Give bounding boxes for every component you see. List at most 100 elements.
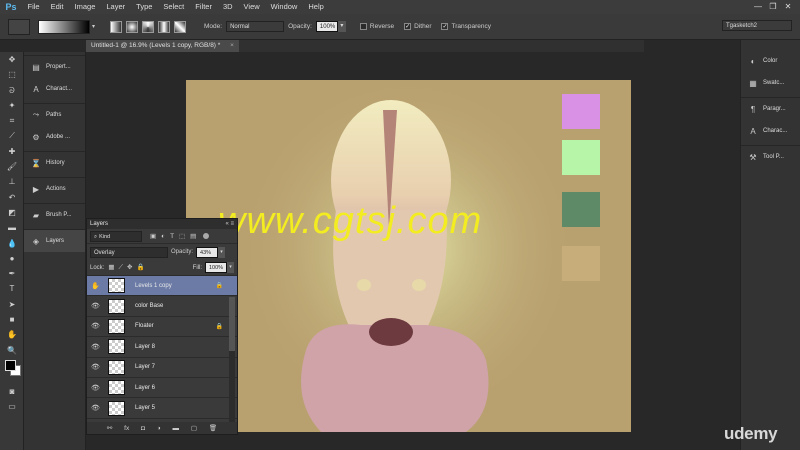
diamond-gradient-icon[interactable] (174, 20, 186, 33)
mask-icon[interactable]: ◘ (141, 425, 145, 432)
layer-name[interactable]: Layer 5 (135, 405, 155, 411)
eye-icon[interactable]: 👁 (87, 404, 104, 412)
radial-gradient-icon[interactable] (126, 20, 138, 33)
mode-select[interactable]: Normal (226, 21, 285, 32)
paragraph-panel-button[interactable]: ¶ Paragr... (741, 98, 800, 120)
color-panel-button[interactable]: ◐ Color (741, 50, 800, 72)
move-tool-icon[interactable]: ✥ (0, 52, 24, 67)
filter-toggle-icon[interactable] (203, 233, 210, 239)
menu-help[interactable]: Help (303, 0, 329, 14)
fill-input[interactable]: 100% (205, 262, 227, 273)
eye-icon[interactable]: 👁 (87, 343, 104, 351)
layer-row[interactable]: 👁 color Base (87, 296, 237, 317)
menu-select[interactable]: Select (158, 0, 190, 14)
eye-icon[interactable]: 👁 (87, 384, 104, 392)
menu-filter[interactable]: Filter (190, 0, 218, 14)
eye-icon[interactable]: 👁 (87, 322, 104, 330)
layer-name[interactable]: color Base (135, 303, 163, 309)
layers-panel-title[interactable]: Layers (90, 221, 108, 227)
menu-file[interactable]: File (22, 0, 45, 14)
marquee-tool-icon[interactable]: ⬚ (0, 67, 24, 82)
chevron-down-icon[interactable]: ▾ (92, 23, 100, 30)
linear-gradient-icon[interactable] (110, 20, 122, 33)
menu-layer[interactable]: Layer (101, 0, 131, 14)
transparency-checkbox[interactable] (441, 23, 449, 30)
lasso-tool-icon[interactable]: ᘐ (0, 83, 24, 98)
properties-panel-button[interactable]: ▤ Propert... (24, 56, 85, 78)
angle-gradient-icon[interactable] (142, 20, 154, 33)
screen-mode-icon[interactable]: ▭ (0, 399, 24, 414)
layer-name[interactable]: Layer 6 (135, 385, 155, 391)
reflected-gradient-icon[interactable] (158, 20, 170, 33)
adjustment-icon[interactable]: ◑ (157, 425, 161, 432)
layer-name[interactable]: Layer 7 (135, 364, 155, 370)
tool-preset-icon[interactable] (8, 18, 30, 35)
adobe-panel-button[interactable]: ⚙ Adobe ... (24, 126, 85, 148)
layers-scrollbar[interactable] (229, 297, 235, 429)
actions-panel-button[interactable]: ▶ Actions (24, 178, 85, 200)
foreground-color-swatch[interactable] (5, 359, 16, 371)
folder-icon[interactable]: ▬ (173, 425, 180, 432)
character-panel-right-button[interactable]: A Charac... (741, 120, 800, 142)
quick-select-tool-icon[interactable]: ✦ (0, 98, 24, 113)
reverse-checkbox[interactable] (359, 23, 367, 30)
dodge-tool-icon[interactable]: ● (0, 251, 24, 266)
eraser-tool-icon[interactable]: ◩ (0, 205, 24, 220)
opacity-input[interactable]: 100% (315, 21, 338, 32)
menu-3d[interactable]: 3D (217, 0, 238, 14)
blend-mode-select[interactable]: Overlay (90, 246, 168, 258)
scrollbar-thumb[interactable] (229, 297, 235, 351)
layer-opacity-dropdown-icon[interactable]: ▾ (218, 246, 226, 258)
layer-opacity-input[interactable]: 43% (196, 246, 219, 258)
layer-row[interactable]: 👁 Floater 🔒 (87, 317, 237, 338)
layer-row[interactable]: 👁 Layer 6 (87, 378, 237, 399)
document-canvas[interactable] (186, 80, 631, 432)
type-tool-icon[interactable]: T (0, 281, 24, 296)
clone-stamp-tool-icon[interactable]: ⊥ (0, 174, 24, 189)
crop-tool-icon[interactable]: ⌗ (0, 113, 24, 128)
color-swatches[interactable] (0, 358, 23, 384)
brush-tool-icon[interactable]: 🖌 (0, 159, 24, 174)
opacity-dropdown-icon[interactable]: ▾ (337, 21, 346, 32)
restore-icon[interactable]: ❐ (767, 1, 779, 12)
hand-tool-icon[interactable]: ✋ (0, 327, 24, 342)
swatches-panel-button[interactable]: ▦ Swatc... (741, 72, 800, 94)
healing-brush-tool-icon[interactable]: ✚ (0, 144, 24, 159)
workspace-select[interactable]: Tgasketch2 (722, 20, 792, 31)
fx-icon[interactable]: fx (124, 425, 129, 432)
path-select-tool-icon[interactable]: ➤ (0, 297, 24, 312)
link-icon[interactable]: ⚯ (107, 424, 112, 432)
shape-tool-icon[interactable]: ■ (0, 312, 24, 327)
layer-filter-select[interactable]: ⌕ Kind (90, 230, 142, 242)
close-icon[interactable]: × (230, 42, 234, 49)
menu-image[interactable]: Image (69, 0, 101, 14)
layers-panel-button[interactable]: ◈ Layers (24, 230, 85, 252)
tool-presets-panel-button[interactable]: ⚒ Tool P... (741, 146, 800, 168)
hand-cursor-icon[interactable]: ✋ (87, 282, 104, 290)
gradient-tool-icon[interactable]: ▬ (0, 220, 24, 235)
trash-icon[interactable]: 🗑 (209, 424, 217, 432)
panel-menu-icon[interactable]: « ≡ (225, 221, 234, 227)
brush-presets-panel-button[interactable]: ▰ Brush P... (24, 204, 85, 226)
zoom-tool-icon[interactable]: 🔍 (0, 343, 24, 358)
gradient-picker[interactable] (38, 19, 90, 34)
layer-name[interactable]: Levels 1 copy (135, 283, 172, 289)
filter-icons[interactable]: ▣◐T⬚▤ (150, 232, 201, 240)
layer-name[interactable]: Layer 8 (135, 344, 155, 350)
eye-icon[interactable]: 👁 (87, 302, 104, 310)
paths-panel-button[interactable]: ⤳ Paths (24, 104, 85, 126)
minimize-icon[interactable]: — (752, 1, 764, 12)
layer-row[interactable]: 👁 Layer 5 (87, 398, 237, 419)
dither-checkbox[interactable] (404, 23, 412, 30)
layer-name[interactable]: Floater (135, 323, 154, 329)
menu-edit[interactable]: Edit (45, 0, 69, 14)
quick-mask-icon[interactable]: ◙ (0, 384, 24, 399)
pen-tool-icon[interactable]: ✒ (0, 266, 24, 281)
new-layer-icon[interactable]: ▢ (191, 424, 197, 432)
layer-row[interactable]: 👁 Layer 7 (87, 358, 237, 378)
lock-icons[interactable]: ▦⟋✥🔒 (108, 263, 148, 272)
fill-dropdown-icon[interactable]: ▾ (227, 262, 234, 273)
layer-row[interactable]: ✋ Levels 1 copy 🔒 (87, 276, 237, 297)
layer-row[interactable]: 👁 Layer 8 (87, 337, 237, 358)
character-panel-button[interactable]: A Charact... (24, 78, 85, 100)
